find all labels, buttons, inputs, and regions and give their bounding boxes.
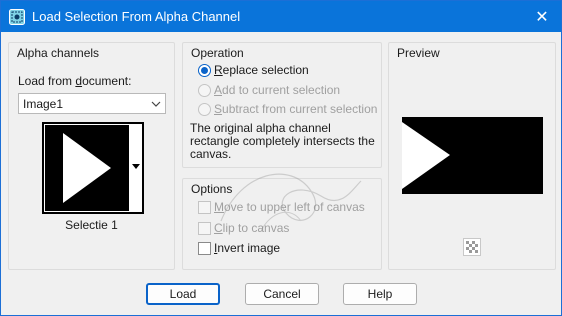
alpha-channels-title: Alpha channels xyxy=(15,46,102,60)
operation-title: Operation xyxy=(189,46,246,60)
clip-to-canvas-label[interactable]: Clip to canvas xyxy=(214,221,289,235)
load-button-label: Load xyxy=(169,287,197,301)
add-to-selection-radio[interactable] xyxy=(198,84,211,97)
channel-name: Selectie 1 xyxy=(65,218,118,232)
label-part: ocument: xyxy=(82,74,132,88)
selection-icon xyxy=(9,9,25,25)
channel-thumbnail xyxy=(45,125,129,211)
label-part: Load from xyxy=(18,74,76,88)
window-title: Load Selection From Alpha Channel xyxy=(32,9,241,24)
replace-selection-label[interactable]: Replace selection xyxy=(214,63,309,77)
label-part: eplace selection xyxy=(222,63,309,77)
add-to-selection-label[interactable]: Add to current selection xyxy=(214,83,340,97)
close-icon: ✕ xyxy=(535,8,549,26)
title-bar[interactable]: Load Selection From Alpha Channel ✕ xyxy=(1,1,561,32)
label-part: ubtract from current selection xyxy=(222,102,378,116)
subtract-from-selection-radio[interactable] xyxy=(198,103,211,116)
label-part: dd to current selection xyxy=(222,83,341,97)
alpha-channels-group: Alpha channels Load from document: Image… xyxy=(8,42,175,270)
close-button[interactable]: ✕ xyxy=(523,1,561,32)
move-to-upper-left-label[interactable]: Move to upper left of canvas xyxy=(214,200,365,214)
label-part: nvert image xyxy=(217,241,281,255)
clip-to-canvas-checkbox[interactable] xyxy=(198,222,211,235)
subtract-from-selection-label[interactable]: Subtract from current selection xyxy=(214,102,377,116)
cancel-button-label: Cancel xyxy=(263,287,301,301)
move-to-upper-left-checkbox[interactable] xyxy=(198,201,211,214)
operation-group: Operation Replace selection Add to curre… xyxy=(182,42,382,168)
label-part: lip to canvas xyxy=(222,221,290,235)
preview-title: Preview xyxy=(395,46,442,60)
operation-description: The original alpha channel rectangle com… xyxy=(190,121,375,161)
load-button[interactable]: Load xyxy=(146,283,220,305)
checkerboard-pattern xyxy=(466,241,478,253)
preview-group: Preview xyxy=(388,42,556,270)
dialog-window: Load Selection From Alpha Channel ✕ Alph… xyxy=(0,0,562,316)
cancel-button[interactable]: Cancel xyxy=(245,283,319,305)
load-from-document-label: Load from document: xyxy=(18,74,131,88)
channel-thumbnail-shape xyxy=(63,133,111,203)
replace-selection-radio[interactable] xyxy=(198,64,211,77)
help-button[interactable]: Help xyxy=(343,283,417,305)
invert-image-label[interactable]: Invert image xyxy=(214,241,280,255)
preview-image xyxy=(402,117,543,194)
label-accel: C xyxy=(214,221,223,235)
chevron-down-icon xyxy=(151,101,161,107)
help-button-label: Help xyxy=(367,287,393,301)
options-title: Options xyxy=(189,182,235,196)
preview-shape xyxy=(402,122,450,189)
document-select-value: Image1 xyxy=(23,97,64,111)
label-accel: M xyxy=(214,200,224,214)
channel-thumbnail-picker[interactable] xyxy=(42,122,144,214)
dropdown-triangle-icon xyxy=(132,164,140,169)
options-group: Options Move to upper left of canvas Cli… xyxy=(182,178,382,270)
invert-image-checkbox[interactable] xyxy=(198,242,211,255)
label-accel: A xyxy=(214,83,223,97)
thumbnail-dropdown-button[interactable] xyxy=(130,124,142,212)
label-accel: S xyxy=(214,102,223,116)
document-select[interactable]: Image1 xyxy=(18,93,166,114)
checkerboard-icon[interactable] xyxy=(463,238,481,256)
label-accel: R xyxy=(214,63,223,77)
label-part: ove to upper left of canvas xyxy=(224,200,365,214)
